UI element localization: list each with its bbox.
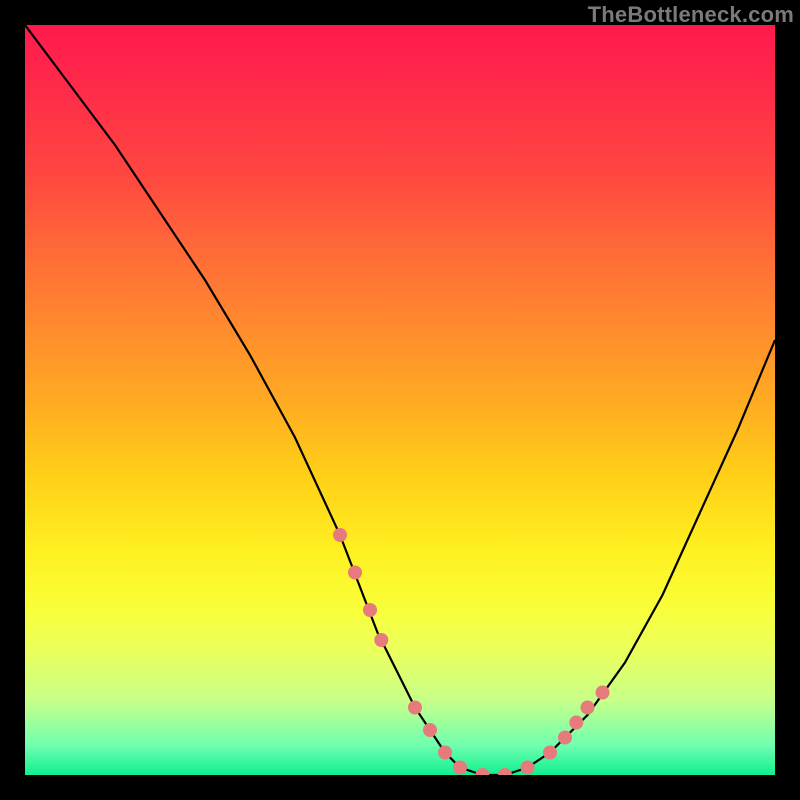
marker-dot	[543, 746, 557, 760]
marker-dot	[581, 701, 595, 715]
marker-dot	[476, 768, 490, 775]
marker-dot	[374, 633, 388, 647]
bottleneck-curve	[25, 25, 775, 775]
marker-dot	[558, 731, 572, 745]
watermark-text: TheBottleneck.com	[588, 2, 794, 28]
marker-dot	[521, 761, 535, 775]
marker-dot	[596, 686, 610, 700]
marker-dot	[438, 746, 452, 760]
chart-plot-area	[25, 25, 775, 775]
marker-dot	[423, 723, 437, 737]
chart-svg	[25, 25, 775, 775]
marker-dots	[333, 528, 610, 775]
marker-dot	[363, 603, 377, 617]
marker-dot	[333, 528, 347, 542]
marker-dot	[498, 768, 512, 775]
marker-dot	[348, 566, 362, 580]
chart-frame: TheBottleneck.com	[0, 0, 800, 800]
marker-dot	[453, 761, 467, 775]
marker-dot	[408, 701, 422, 715]
marker-dot	[569, 716, 583, 730]
